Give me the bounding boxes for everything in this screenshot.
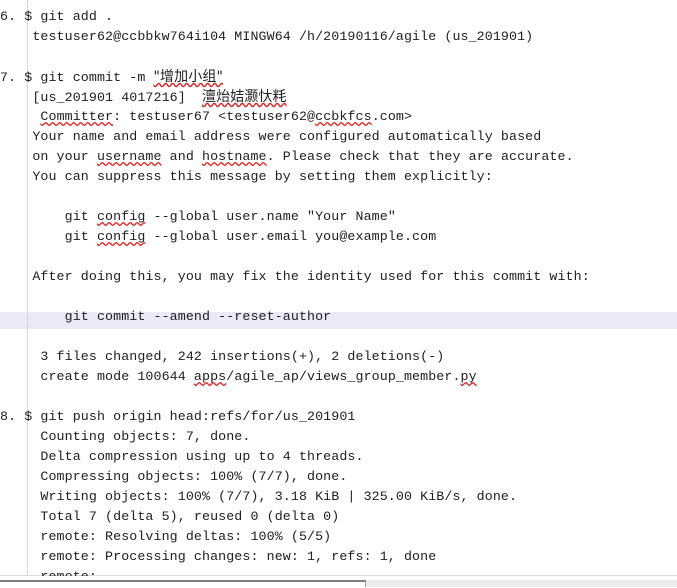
- log-line-prompt-path: testuser62@ccbbkw764i104 MINGW64 /h/2019…: [0, 29, 534, 44]
- log-line-git-push: 8. $ git push origin head:refs/for/us_20…: [0, 409, 356, 424]
- config-cmd-prefix: git: [0, 229, 97, 244]
- log-line-commit-hash: [us_201901 4017216] 澶炲姞灏忕粍: [0, 87, 677, 107]
- committer-email-domain: ccbkfcs: [315, 109, 372, 124]
- log-line-warning-2: on your username and hostname. Please ch…: [0, 147, 677, 167]
- warning-text-c: . Please check that they are accurate.: [266, 149, 574, 164]
- git-commit-command: 7. $ git commit -m: [0, 70, 154, 85]
- log-line-create-mode: create mode 100644 apps/agile_ap/views_g…: [0, 367, 677, 387]
- log-line-blank: [0, 287, 677, 307]
- log-line-counting-objects: Counting objects: 7, done.: [0, 429, 251, 444]
- log-line-blank: [0, 387, 677, 407]
- committer-name: : testuser67 <testuser62@: [113, 109, 316, 124]
- log-line-files-changed: 3 files changed, 242 insertions(+), 2 de…: [0, 349, 445, 364]
- log-line-writing-objects: Writing objects: 100% (7/7), 3.18 KiB | …: [0, 489, 518, 504]
- log-line-config-username: git config --global user.name "Your Name…: [0, 207, 677, 227]
- horizontal-scrollbar[interactable]: [0, 575, 677, 588]
- config-cmd-suffix: --global user.name "Your Name": [145, 209, 396, 224]
- commit-branch-hash: [us_201901 4017216]: [0, 90, 202, 105]
- commit-message-mojibake: 澶炲姞灏忕粍: [202, 89, 287, 105]
- config-cmd-suffix: --global user.email you@example.com: [145, 229, 437, 244]
- committer-label: Committer: [40, 109, 114, 124]
- log-line-git-add: 6. $ git add .: [0, 9, 114, 24]
- log-line-compressing-objects: Compressing objects: 100% (7/7), done.: [0, 469, 348, 484]
- document-canvas: 6. $ git add . testuser62@ccbbkw764i104 …: [0, 0, 677, 576]
- log-line-committer: Committer: testuser67 <testuser62@ccbkfc…: [0, 107, 677, 127]
- create-mode-prefix: create mode 100644: [0, 369, 194, 384]
- committer-email-tld: .com>: [371, 109, 413, 124]
- log-line-git-commit: 7. $ git commit -m "增加小组": [0, 67, 677, 87]
- log-line-total: Total 7 (delta 5), reused 0 (delta 0): [0, 509, 340, 524]
- console-log-lines: 6. $ git add . testuser62@ccbbkw764i104 …: [0, 0, 677, 576]
- create-mode-path: /agile_ap/views_group_member.: [226, 369, 461, 384]
- log-line-blank: [0, 247, 677, 267]
- log-line-blank: [0, 187, 677, 207]
- log-line-after-doing: After doing this, you may fix the identi…: [0, 269, 590, 284]
- config-word: config: [96, 209, 146, 224]
- log-line-blank: [0, 47, 677, 67]
- log-line-amend-command: git commit --amend --reset-author: [0, 309, 332, 324]
- py-extension: py: [460, 369, 477, 384]
- hostname-word: hostname: [202, 149, 267, 164]
- log-line-delta-compression: Delta compression using up to 4 threads.: [0, 449, 364, 464]
- log-line-warning-3: You can suppress this message by setting…: [0, 169, 493, 184]
- username-word: username: [96, 149, 162, 164]
- apps-word: apps: [193, 369, 227, 384]
- commit-message-chinese: "增加小组": [153, 69, 223, 85]
- scrollbar-thumb[interactable]: [0, 580, 366, 587]
- log-line-config-useremail: git config --global user.email you@examp…: [0, 227, 677, 247]
- config-word: config: [96, 229, 146, 244]
- config-cmd-prefix: git: [0, 209, 97, 224]
- warning-text-a: on your: [0, 149, 97, 164]
- log-line-remote-empty: remote:: [0, 567, 677, 576]
- log-line-warning-1: Your name and email address were configu…: [0, 129, 542, 144]
- warning-text-b: and: [161, 149, 202, 164]
- log-line-resolving-deltas: remote: Resolving deltas: 100% (5/5): [0, 529, 332, 544]
- log-line-blank: [0, 327, 677, 347]
- log-line-processing-changes: remote: Processing changes: new: 1, refs…: [0, 549, 437, 564]
